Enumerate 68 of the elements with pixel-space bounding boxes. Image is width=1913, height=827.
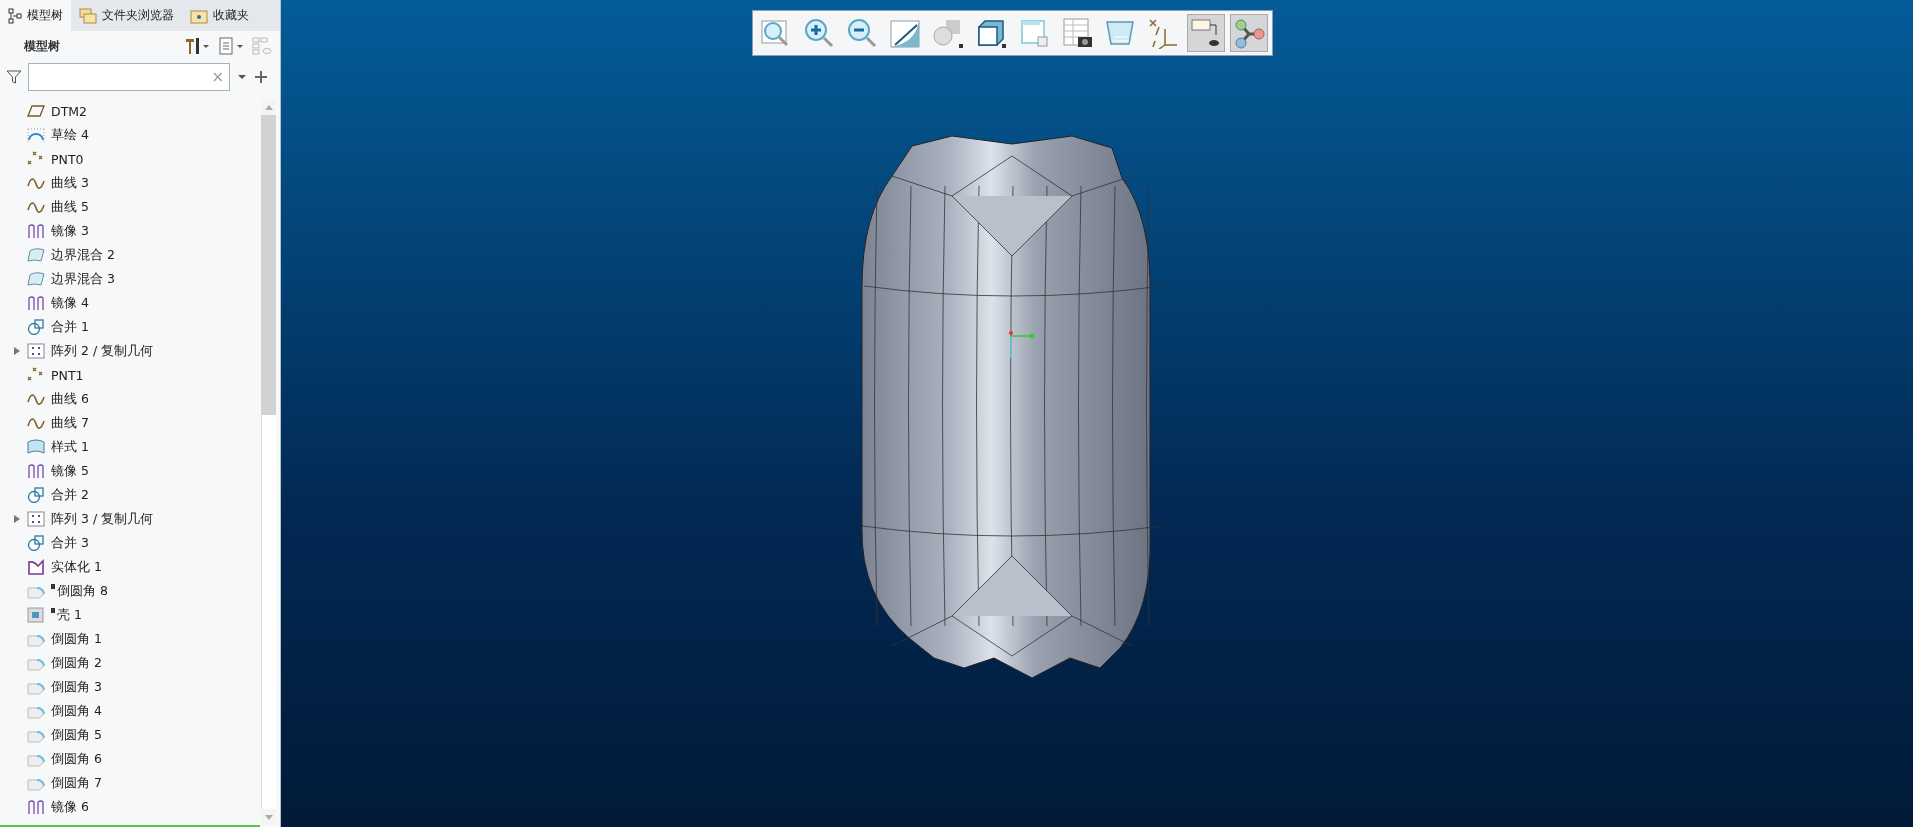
- tree-item[interactable]: 壳 1: [0, 603, 261, 627]
- mirror-icon: [27, 223, 45, 239]
- merge-icon: [27, 535, 45, 551]
- tree-item[interactable]: 阵列 3 / 复制几何: [0, 507, 261, 531]
- tree-item[interactable]: 镜像 3: [0, 219, 261, 243]
- shell-icon: [27, 607, 45, 623]
- style-surface-icon: [27, 439, 45, 455]
- tree-item[interactable]: 边界混合 2: [0, 243, 261, 267]
- tree-item[interactable]: 倒圆角 5: [0, 723, 261, 747]
- merge-icon: [27, 487, 45, 503]
- folders-icon: [79, 7, 97, 24]
- expand-arrow-icon[interactable]: [13, 346, 21, 356]
- tree-item[interactable]: 倒圆角 2: [0, 651, 261, 675]
- points-icon: [27, 151, 45, 167]
- tree-item[interactable]: 草绘 4: [0, 123, 261, 147]
- tree-item[interactable]: 阵列 2 / 复制几何: [0, 339, 261, 363]
- settings-dropdown[interactable]: [184, 37, 210, 55]
- graphics-viewport[interactable]: [281, 0, 1913, 827]
- tree-item[interactable]: 合并 3: [0, 531, 261, 555]
- tree-item[interactable]: 实体化 1: [0, 555, 261, 579]
- tree-item[interactable]: 曲线 6: [0, 387, 261, 411]
- pattern-icon: [27, 511, 45, 527]
- tree-item[interactable]: 倒圆角 8: [0, 579, 261, 603]
- tree-item[interactable]: PNT1: [0, 363, 261, 387]
- panel-tab[interactable]: 模型树: [0, 0, 71, 31]
- tree-item[interactable]: 样式 1: [0, 435, 261, 459]
- add-icon[interactable]: [254, 70, 268, 84]
- expand-arrow-icon[interactable]: [13, 514, 21, 524]
- tree-item[interactable]: 倒圆角 1: [0, 627, 261, 651]
- tree-item[interactable]: 曲线 3: [0, 171, 261, 195]
- show-dropdown[interactable]: [218, 37, 244, 55]
- curve-icon: [27, 391, 45, 407]
- points-icon: [27, 367, 45, 383]
- surface-icon: [27, 271, 45, 287]
- tree-icon: [8, 7, 22, 24]
- mirror-icon: [27, 463, 45, 479]
- tree-item[interactable]: 曲线 5: [0, 195, 261, 219]
- tree-item[interactable]: PNT0: [0, 147, 261, 171]
- pattern-icon: [27, 343, 45, 359]
- tree-item[interactable]: 倒圆角 4: [0, 699, 261, 723]
- spin-center-button[interactable]: [1229, 14, 1268, 52]
- tree-item[interactable]: 边界混合 3: [0, 267, 261, 291]
- sketch-icon: [27, 127, 45, 143]
- tree-item[interactable]: 曲线 7: [0, 411, 261, 435]
- annotation-display-button[interactable]: [1186, 14, 1225, 52]
- curve-icon: [27, 175, 45, 191]
- curve-icon: [27, 199, 45, 215]
- tree-item[interactable]: 合并 1: [0, 315, 261, 339]
- merge-icon: [27, 319, 45, 335]
- tree-item[interactable]: 合并 2: [0, 483, 261, 507]
- tree-item[interactable]: 倒圆角 6: [0, 747, 261, 771]
- mirror-icon: [27, 799, 45, 815]
- solidify-icon: [27, 559, 45, 575]
- tree-item[interactable]: 镜像 4: [0, 291, 261, 315]
- tree-item[interactable]: 镜像 5: [0, 459, 261, 483]
- curve-icon: [27, 415, 45, 431]
- panel-title: 模型树: [24, 37, 60, 55]
- datum-plane-icon: [27, 103, 45, 119]
- tree-item[interactable]: 倒圆角 7: [0, 771, 261, 795]
- filter-icon: [6, 69, 22, 85]
- tree-item[interactable]: DTM2: [0, 99, 261, 123]
- scrollbar-thumb[interactable]: [261, 115, 276, 415]
- scrollbar[interactable]: [261, 99, 276, 825]
- surface-icon: [27, 247, 45, 263]
- tree-item[interactable]: 镜像 6: [0, 795, 261, 819]
- mirror-icon: [27, 295, 45, 311]
- caret-icon[interactable]: [236, 72, 248, 82]
- tree-item[interactable]: 倒圆角 3: [0, 675, 261, 699]
